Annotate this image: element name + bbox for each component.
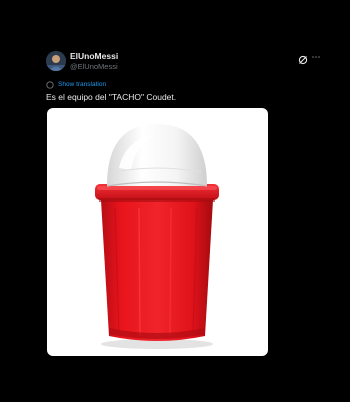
- show-translation-link[interactable]: Show translation: [58, 80, 106, 90]
- red-trash-bin-image: [95, 124, 219, 349]
- tweet: ElUnoMessi @ElUnoMessi Show translation …: [0, 0, 350, 402]
- user-avatar-icon: [46, 51, 66, 71]
- author-display-name[interactable]: ElUnoMessi: [70, 51, 118, 62]
- author-handle[interactable]: @ElUnoMessi: [70, 62, 118, 72]
- avatar[interactable]: [46, 51, 66, 71]
- more-icon[interactable]: [311, 52, 321, 62]
- grok-icon[interactable]: [298, 52, 308, 65]
- translate-row[interactable]: Show translation: [46, 80, 106, 90]
- globe-icon: [46, 81, 54, 89]
- tweet-text: Es el equipo del "TACHO" Coudet.: [46, 92, 177, 102]
- tweet-media-image[interactable]: [47, 108, 268, 356]
